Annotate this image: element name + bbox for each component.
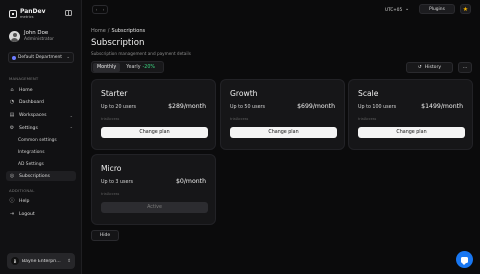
star-icon[interactable]: ★ — [460, 4, 471, 14]
plan-name: Scale — [358, 89, 379, 98]
more-options-button[interactable]: ··· — [458, 62, 472, 73]
sidebar-item-label: Settings — [19, 125, 38, 131]
breadcrumb-home[interactable]: Home — [91, 28, 106, 34]
section-title-management: MANAGEMENT — [9, 76, 39, 81]
sidebar-item-label: Logout — [19, 211, 35, 217]
avatar — [9, 31, 20, 42]
plan-price: $289/month — [168, 103, 206, 110]
forward-arrow-icon[interactable]: › — [103, 7, 105, 12]
topbar: ‹ › UTC+05 ⌄ Plugins ★ — [83, 0, 480, 20]
logo-icon — [9, 10, 17, 19]
dashboard-icon: ◔ — [9, 98, 15, 105]
billing-period-toggle: Monthly Yearly -20% — [91, 61, 164, 73]
workspaces-icon: ▤ — [9, 111, 15, 118]
plan-note: trialAccess — [230, 117, 249, 121]
department-select[interactable]: Default Department ⌄ — [8, 52, 74, 63]
monthly-option[interactable]: Monthly — [93, 62, 121, 72]
timezone-label[interactable]: UTC+05 — [385, 7, 402, 12]
plan-name: Growth — [230, 89, 258, 98]
plan-users: Up to 3 users — [101, 180, 133, 185]
sidebar-item-home[interactable]: ⌂ Home — [6, 85, 76, 95]
plan-note: trialAccess — [101, 192, 120, 196]
history-icon: ↺ — [417, 65, 422, 70]
section-title-additional: ADDITIONAL — [9, 188, 35, 193]
chat-icon — [461, 256, 468, 265]
sidebar-item-label: Home — [19, 87, 33, 93]
sidebar-item-dashboard[interactable]: ◔ Dashboard — [6, 97, 76, 107]
plan-note: trialAccess — [101, 117, 120, 121]
sidebar-item-settings[interactable]: ⚙ Settings ⌃ — [6, 123, 76, 133]
plan-card-starter: Starter Up to 20 users $289/month trialA… — [91, 79, 216, 150]
yearly-option[interactable]: Yearly -20% — [122, 63, 159, 72]
yearly-label: Yearly — [126, 64, 141, 70]
plan-users: Up to 100 users — [358, 105, 397, 110]
user-profile[interactable]: John Doe Administrator — [9, 30, 54, 42]
sidebar: PanDev metrics John Doe Administrator De… — [0, 0, 82, 274]
sidebar-item-label: Subscriptions — [19, 173, 50, 179]
breadcrumb-current: Subscriptions — [111, 28, 146, 34]
discount-badge: -20% — [142, 64, 155, 70]
company-name: Bayne Enterpri... — [22, 258, 61, 264]
department-icon — [12, 55, 16, 60]
plan-price: $0/month — [175, 178, 206, 185]
plan-card-micro: Micro Up to 3 users $0/month trialAccess… — [91, 154, 216, 225]
breadcrumb-separator: / — [107, 28, 110, 34]
sidebar-item-ad-settings[interactable]: AD Settings — [18, 162, 44, 167]
plan-price: $699/month — [297, 103, 335, 110]
page-title: Subscription — [91, 38, 145, 48]
plan-users: Up to 50 users — [230, 105, 266, 110]
sidebar-item-label: Dashboard — [19, 99, 44, 105]
chevron-down-icon: ⌄ — [69, 112, 73, 118]
plan-note: trialAccess — [358, 117, 377, 121]
sidebar-item-workspaces[interactable]: ▤ Workspaces ⌄ — [6, 110, 76, 120]
logo[interactable]: PanDev metrics — [9, 9, 46, 20]
department-label: Default Department — [18, 55, 63, 60]
sidebar-item-label: Workspaces — [19, 112, 47, 118]
change-plan-button[interactable]: Change plan — [230, 127, 337, 138]
active-plan-button: Active — [101, 202, 208, 213]
change-plan-button[interactable]: Change plan — [358, 127, 465, 138]
change-plan-button[interactable]: Change plan — [101, 127, 208, 138]
sidebar-item-common-settings[interactable]: Common settings — [18, 138, 57, 143]
history-button[interactable]: ↺ History — [406, 62, 453, 73]
page-subtitle: Subscription management and payment deta… — [91, 51, 191, 56]
subscriptions-icon: ◎ — [9, 172, 15, 179]
back-arrow-icon[interactable]: ‹ — [96, 7, 98, 12]
plan-price: $1499/month — [421, 103, 463, 110]
plan-card-scale: Scale Up to 100 users $1499/month trialA… — [348, 79, 473, 150]
plugins-button[interactable]: Plugins — [419, 4, 455, 14]
logo-subtitle: metrics — [20, 15, 34, 19]
home-icon: ⌂ — [10, 86, 14, 93]
chevron-up-icon: ⌃ — [69, 125, 73, 131]
sidebar-item-integrations[interactable]: Integrations — [18, 150, 44, 155]
sidebar-item-logout[interactable]: ⇥ Logout — [6, 209, 76, 219]
plan-users: Up to 20 users — [101, 105, 137, 110]
chat-button[interactable] — [456, 251, 473, 268]
company-logo: B — [11, 257, 19, 265]
hide-button[interactable]: Hide — [91, 230, 119, 241]
plan-name: Starter — [101, 89, 128, 98]
breadcrumb: Home / Subscriptions — [91, 28, 145, 34]
chevron-down-icon: ⌄ — [66, 55, 70, 60]
plan-name: Micro — [101, 164, 122, 173]
logout-icon: ⇥ — [9, 210, 15, 217]
sidebar-item-label: Help — [19, 198, 30, 204]
sidebar-item-subscriptions[interactable]: ◎ Subscriptions — [6, 171, 76, 181]
chevron-updown-icon: ⇕ — [67, 258, 71, 264]
user-role: Administrator — [24, 36, 54, 42]
history-nav: ‹ › — [92, 5, 108, 14]
gear-icon: ⚙ — [9, 124, 15, 131]
history-label: History — [424, 65, 442, 70]
sidebar-item-help[interactable]: ⓘ Help — [6, 196, 76, 206]
company-switcher[interactable]: B Bayne Enterpri... ⇕ — [7, 253, 75, 269]
help-icon: ⓘ — [9, 197, 15, 204]
chevron-down-icon[interactable]: ⌄ — [405, 6, 409, 12]
sidebar-collapse-icon[interactable] — [65, 10, 72, 16]
plan-card-growth: Growth Up to 50 users $699/month trialAc… — [220, 79, 345, 150]
